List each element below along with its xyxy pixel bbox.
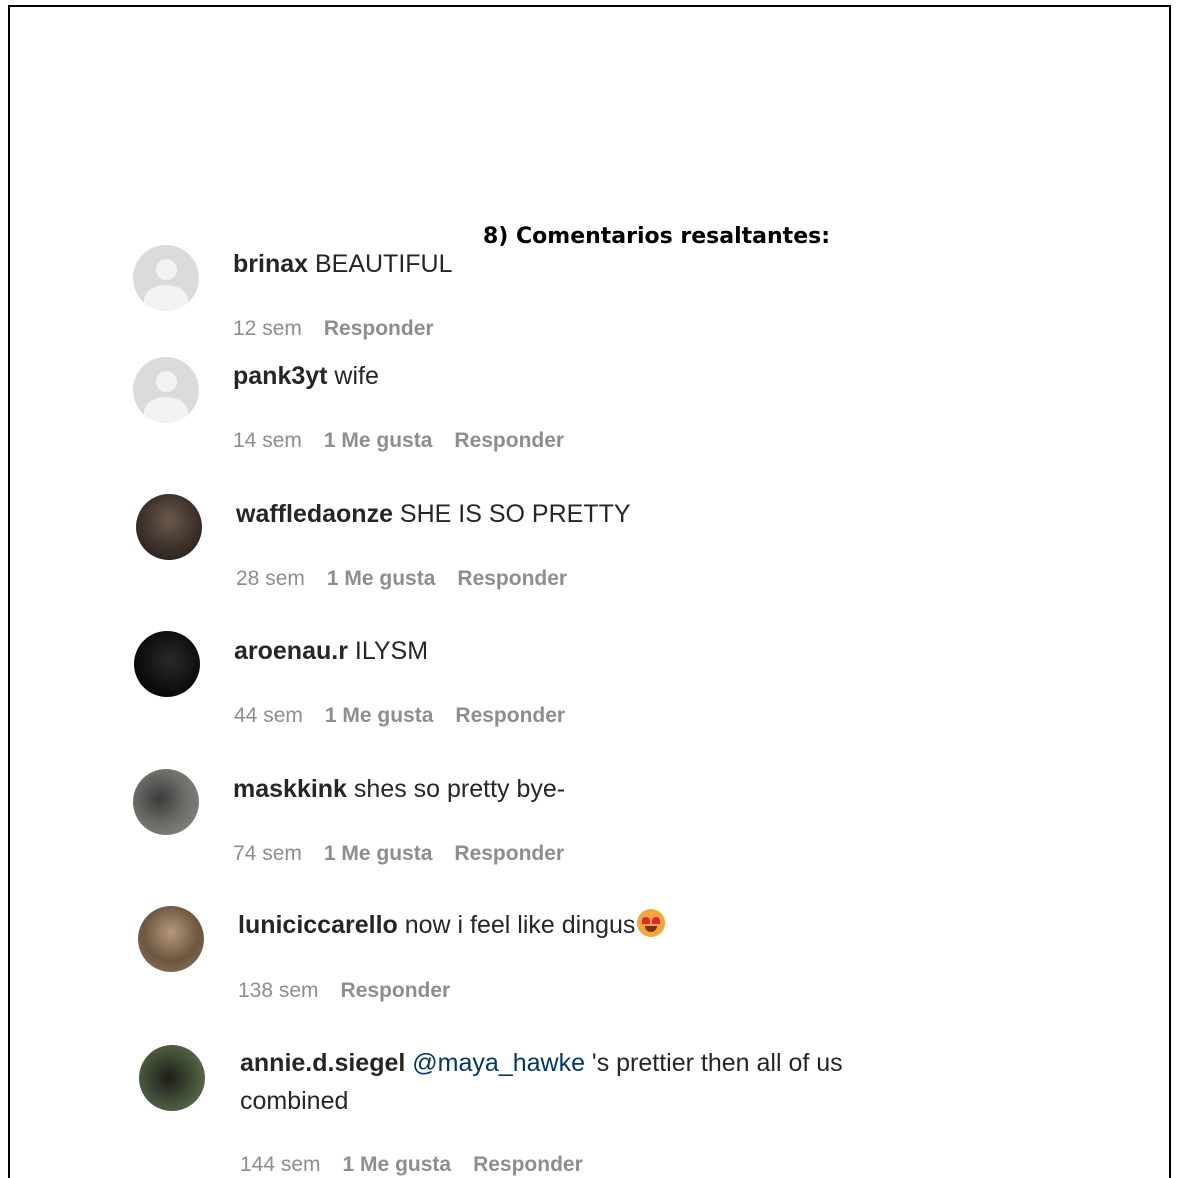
profile-photo[interactable] bbox=[134, 631, 200, 697]
default-avatar-icon[interactable] bbox=[133, 245, 199, 311]
comment-body: BEAUTIFUL bbox=[308, 250, 453, 278]
comment-meta: 12 sem Responder bbox=[233, 317, 456, 341]
default-avatar-icon[interactable] bbox=[133, 357, 199, 423]
comment-body: SHE IS SO PRETTY bbox=[392, 500, 631, 528]
comment-username[interactable]: waffledaonze bbox=[236, 500, 393, 528]
likes-count[interactable]: 1 Me gusta bbox=[324, 429, 433, 452]
reply-button[interactable]: Responder bbox=[457, 567, 567, 590]
comment-time[interactable]: 138 sem bbox=[238, 979, 319, 1002]
comment-text: waffledaonze SHE IS SO PRETTY bbox=[236, 495, 631, 533]
comment-username[interactable]: aroenau.r bbox=[234, 637, 348, 665]
comment-text: brinax BEAUTIFUL bbox=[233, 245, 453, 283]
comment-body: ILYSM bbox=[347, 637, 429, 665]
reply-button[interactable]: Responder bbox=[341, 979, 451, 1002]
mention-link[interactable]: @maya_hawke bbox=[412, 1049, 585, 1077]
comment-username[interactable]: pank3yt bbox=[233, 362, 327, 390]
profile-photo[interactable] bbox=[133, 769, 199, 835]
profile-photo[interactable] bbox=[136, 494, 202, 560]
reply-button[interactable]: Responder bbox=[454, 429, 564, 452]
comment-time[interactable]: 14 sem bbox=[233, 429, 302, 452]
comment-meta: 28 sem 1 Me gusta Responder bbox=[236, 567, 589, 591]
comment-body: now i feel like dingus bbox=[397, 911, 636, 939]
reply-button[interactable]: Responder bbox=[454, 842, 564, 865]
comment-meta: 138 sem Responder bbox=[238, 979, 472, 1003]
comment-meta: 44 sem 1 Me gusta Responder bbox=[234, 704, 587, 728]
reply-button[interactable]: Responder bbox=[324, 317, 434, 340]
comment-meta: 74 sem 1 Me gusta Responder bbox=[233, 842, 586, 866]
comment-text: pank3yt wife bbox=[233, 357, 379, 395]
likes-count[interactable]: 1 Me gusta bbox=[343, 1153, 452, 1176]
comment-username[interactable]: luniciccarello bbox=[238, 911, 398, 939]
likes-count[interactable]: 1 Me gusta bbox=[327, 567, 436, 590]
profile-photo[interactable] bbox=[139, 1045, 205, 1111]
likes-count[interactable]: 1 Me gusta bbox=[325, 704, 434, 727]
comment-time[interactable]: 28 sem bbox=[236, 567, 305, 590]
comment-body: wife bbox=[327, 362, 379, 390]
comment-text: aroenau.r ILYSM bbox=[234, 632, 428, 670]
reply-button[interactable]: Responder bbox=[455, 704, 565, 727]
comment-meta: 14 sem 1 Me gusta Responder bbox=[233, 429, 586, 453]
comment-time[interactable]: 74 sem bbox=[233, 842, 302, 865]
comment-username[interactable]: maskkink bbox=[233, 775, 347, 803]
page-frame bbox=[8, 5, 1171, 1178]
comment-username[interactable]: annie.d.siegel bbox=[240, 1049, 405, 1077]
comment-text: annie.d.siegel @maya_hawke 's prettier t… bbox=[240, 1044, 940, 1120]
comment-time[interactable]: 12 sem bbox=[233, 317, 302, 340]
profile-photo[interactable] bbox=[138, 906, 204, 972]
section-heading: 8) Comentarios resaltantes: bbox=[483, 224, 831, 249]
comment-body: shes so pretty bye- bbox=[346, 775, 566, 803]
comment-text: maskkink shes so pretty bye- bbox=[233, 770, 565, 808]
comment-text: luniciccarello now i feel like dingus bbox=[238, 906, 666, 944]
heart-eyes-emoji-icon bbox=[637, 909, 666, 937]
comment-time[interactable]: 144 sem bbox=[240, 1153, 321, 1176]
comment-meta: 144 sem 1 Me gusta Responder bbox=[240, 1153, 605, 1177]
reply-button[interactable]: Responder bbox=[473, 1153, 583, 1176]
comment-username[interactable]: brinax bbox=[233, 250, 308, 278]
comment-time[interactable]: 44 sem bbox=[234, 704, 303, 727]
likes-count[interactable]: 1 Me gusta bbox=[324, 842, 433, 865]
